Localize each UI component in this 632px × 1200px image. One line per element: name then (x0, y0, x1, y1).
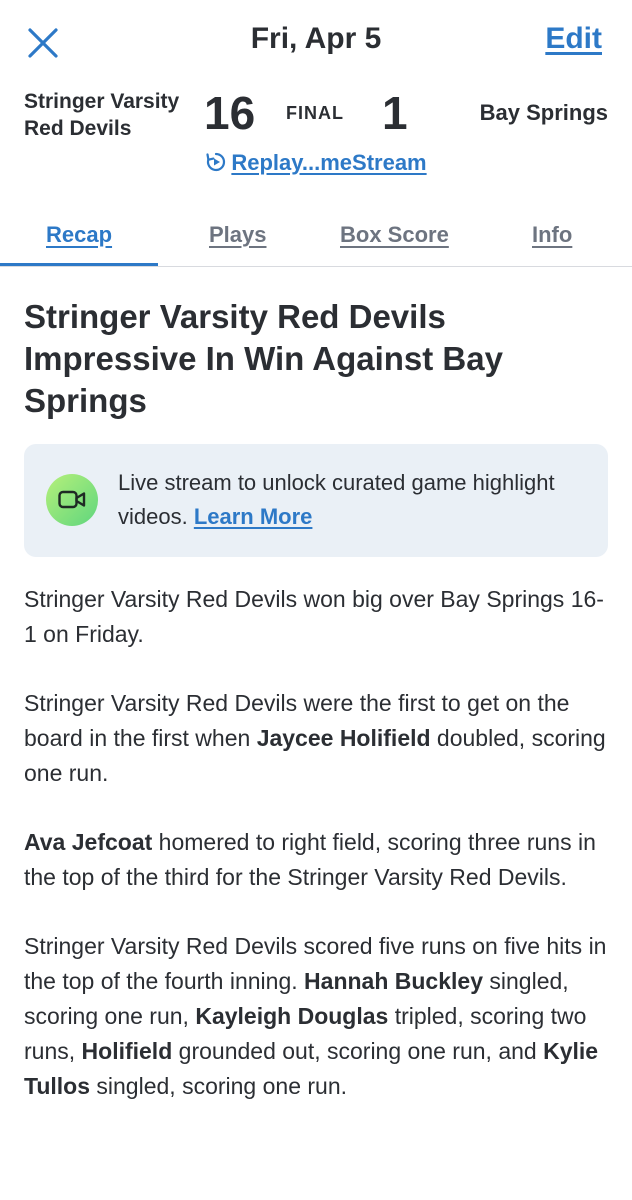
recap-story: Stringer Varsity Red Devils won big over… (24, 582, 610, 1138)
player-name: Holifield (81, 1038, 173, 1064)
away-team-name: Bay Springs (479, 100, 608, 125)
edit-button[interactable]: Edit (545, 22, 602, 56)
scoreboard: Stringer Varsity Red Devils 16 FINAL 1 B… (0, 86, 632, 146)
live-stream-banner: Live stream to unlock curated game highl… (24, 444, 608, 557)
tab-box-score[interactable]: Box Score (340, 222, 449, 248)
player-name: Ava Jefcoat (24, 829, 153, 855)
tab-plays[interactable]: Plays (209, 222, 267, 248)
top-bar: Fri, Apr 5 Edit (0, 0, 632, 86)
game-status: FINAL (286, 103, 344, 123)
tab-bar: Recap Plays Box Score Info (0, 214, 632, 267)
active-tab-indicator (0, 263, 158, 266)
recap-paragraph-4: Stringer Varsity Red Devils scored five … (24, 929, 610, 1104)
paragraph-text: grounded out, scoring one run, and (172, 1038, 544, 1064)
away-score: 1 (382, 87, 408, 139)
tab-info[interactable]: Info (532, 222, 572, 248)
recap-paragraph-1: Stringer Varsity Red Devils won big over… (24, 582, 610, 652)
paragraph-text: singled, scoring one run. (90, 1073, 348, 1099)
learn-more-link[interactable]: Learn More (194, 504, 313, 529)
game-date-title: Fri, Apr 5 (250, 22, 382, 55)
tab-recap[interactable]: Recap (46, 222, 112, 248)
player-name: Hannah Buckley (304, 968, 483, 994)
home-team-name: Stringer Varsity Red Devils (24, 90, 180, 140)
player-name: Jaycee Holifield (256, 725, 431, 751)
recap-headline: Stringer Varsity Red Devils Impressive I… (24, 298, 503, 419)
player-name: Kayleigh Douglas (195, 1003, 389, 1029)
recap-paragraph-2: Stringer Varsity Red Devils were the fir… (24, 686, 610, 791)
video-camera-icon (46, 474, 98, 526)
home-score: 16 (204, 87, 256, 139)
replay-icon (206, 152, 226, 172)
replay-link[interactable]: Replay...meStream (0, 150, 632, 176)
recap-paragraph-3: Ava Jefcoat homered to right field, scor… (24, 825, 610, 895)
banner-message: Live stream to unlock curated game highl… (118, 466, 588, 534)
paragraph-text: Stringer Varsity Red Devils won big over… (24, 586, 604, 647)
replay-label: Replay...meStream (231, 150, 427, 175)
banner-text: Live stream to unlock curated game highl… (118, 470, 555, 529)
